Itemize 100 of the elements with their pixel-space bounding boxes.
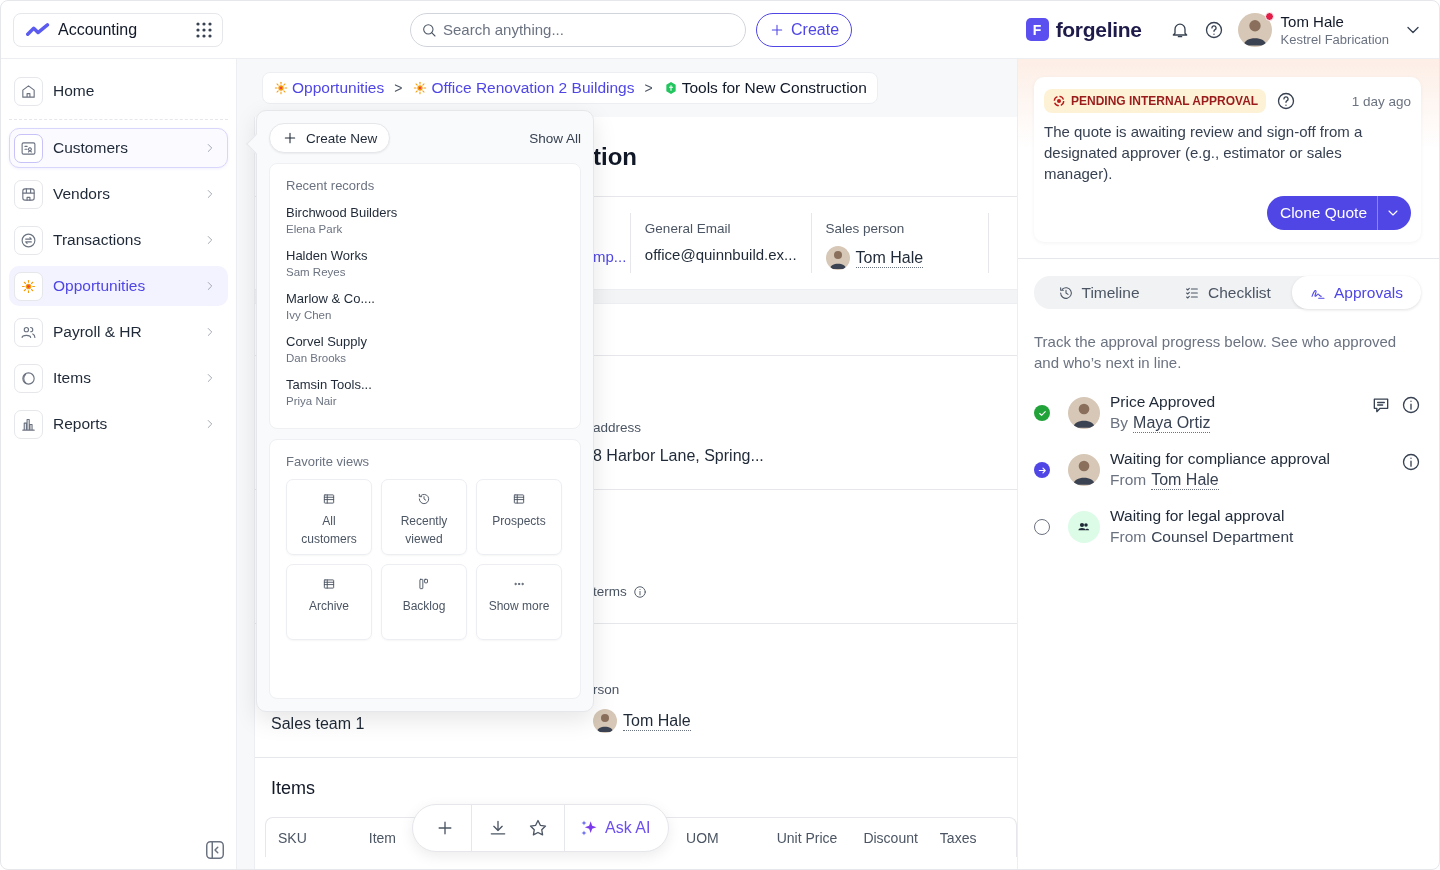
avatar: [1237, 12, 1272, 47]
person-link[interactable]: Tom Hale: [1151, 471, 1219, 490]
create-new-button[interactable]: Create New: [269, 123, 391, 153]
avatar: [825, 246, 850, 270]
company-name: Kestrel Fabrication: [1280, 31, 1389, 47]
status-badge: PENDING INTERNAL APPROVAL: [1044, 89, 1267, 113]
user-name: Tom Hale: [1280, 12, 1345, 30]
person-link[interactable]: Maya Ortiz: [1133, 414, 1211, 433]
column-header: Unit Price: [776, 829, 838, 846]
exchange-icon: [20, 231, 37, 249]
step-label: From: [1110, 528, 1147, 546]
sidebar-item[interactable]: Payroll & HR: [9, 312, 228, 352]
sun-icon: [412, 80, 429, 96]
table-icon: [322, 577, 336, 591]
breadcrumb-link[interactable]: Tools for New Construction: [662, 79, 867, 97]
app-logo: [26, 21, 50, 38]
create-button[interactable]: Create: [756, 12, 853, 47]
help-icon[interactable]: [1276, 91, 1297, 111]
info-icon: [632, 584, 647, 599]
sidebar-item[interactable]: Items: [9, 358, 228, 398]
sidebar-item[interactable]: Home: [9, 71, 228, 111]
search-icon: [421, 21, 437, 38]
record-item[interactable]: Halden Works Sam Reyes: [286, 242, 564, 285]
field-label: General Email: [644, 221, 732, 236]
download-icon: [488, 818, 508, 838]
info-icon[interactable]: [1401, 452, 1421, 472]
person-link[interactable]: Tom Hale: [855, 248, 924, 268]
contact-card-icon: [20, 139, 37, 157]
record-title: tion: [593, 142, 637, 171]
view-tile[interactable]: All customers: [286, 479, 372, 555]
record-item[interactable]: Tamsin Tools... Priya Nair: [286, 371, 564, 414]
tab[interactable]: Checklist: [1163, 276, 1292, 309]
section-title: Items: [271, 778, 316, 799]
history-icon: [1057, 284, 1074, 301]
sidebar-item[interactable]: Opportunities: [9, 266, 228, 306]
sidebar-item[interactable]: Reports: [9, 404, 228, 444]
table-icon: [322, 492, 336, 506]
avatar: [1068, 454, 1100, 486]
column-header: SKU: [278, 829, 307, 846]
sun-icon: [20, 277, 37, 295]
status-description: The quote is awaiting review and sign-off from a designated approver (e.g., estimator or sales manager).: [1044, 122, 1364, 184]
board-icon: [417, 577, 431, 591]
field-label: rson: [593, 682, 620, 697]
star-icon: [528, 818, 548, 838]
avatar: [593, 709, 617, 733]
plus-icon: [282, 130, 298, 146]
dropdown-button[interactable]: [1378, 196, 1411, 230]
field-label: terms: [593, 584, 627, 599]
help-icon[interactable]: [1203, 19, 1224, 40]
clone-quote-button[interactable]: Clone Quote: [1266, 196, 1378, 230]
table-icon: [512, 492, 526, 506]
sidebar-item[interactable]: Transactions: [9, 220, 228, 260]
store-icon: [20, 185, 37, 203]
view-tile[interactable]: Archive: [286, 564, 372, 640]
section-label: Recent records: [286, 178, 376, 193]
collapse-sidebar-icon[interactable]: [204, 839, 226, 861]
approval-intro: Track the approval progress below. See who approved and who’s next in line.: [1034, 332, 1398, 373]
tab[interactable]: Timeline: [1034, 276, 1163, 309]
tab[interactable]: Approvals: [1292, 276, 1421, 309]
group-avatar: [1068, 510, 1100, 543]
breadcrumb-link[interactable]: Office Renovation 2 Buildings: [412, 79, 635, 97]
step-title: Waiting for compliance approval: [1110, 450, 1331, 468]
record-item[interactable]: Birchwood Builders Elena Park: [286, 199, 564, 242]
sidebar-item[interactable]: Vendors: [9, 174, 228, 214]
search-field[interactable]: Search anything...: [410, 12, 746, 47]
section-label: Favorite views: [286, 454, 371, 469]
breadcrumb-link[interactable]: Opportunities: [273, 79, 385, 97]
view-tile[interactable]: Prospects: [476, 479, 562, 555]
step-title: Price Approved: [1110, 393, 1217, 411]
history-icon: [417, 492, 431, 506]
view-tile[interactable]: Backlog: [381, 564, 467, 640]
sun-icon: [273, 80, 289, 96]
target-icon: [1052, 94, 1066, 108]
field-label: Sales person: [825, 221, 906, 236]
view-tile[interactable]: Recently viewed: [381, 479, 467, 555]
breadcrumb-separator: >: [644, 80, 653, 96]
status-circle-icon: [1034, 518, 1050, 535]
field-value: Sales team 1: [271, 715, 365, 732]
app-switcher[interactable]: Accounting: [13, 12, 223, 47]
ask-ai-button[interactable]: Ask AI: [571, 808, 663, 848]
field-value: 8 Harbor Lane, Spring...: [593, 447, 764, 465]
apps-grid-icon[interactable]: [196, 21, 212, 38]
timestamp: 1 day ago: [1351, 93, 1411, 109]
step-label: From: [1110, 471, 1147, 489]
avatar: [1068, 397, 1100, 429]
person-link[interactable]: Tom Hale: [623, 711, 691, 731]
field-value: office@quinnbuild.ex...: [644, 246, 797, 263]
show-all-link[interactable]: Show All: [529, 130, 581, 146]
column-header: UOM: [686, 829, 719, 846]
department-name: Counsel Department: [1151, 528, 1294, 546]
column-header: Item: [368, 829, 397, 846]
house-icon: [20, 82, 37, 100]
view-tile[interactable]: Show more: [476, 564, 562, 640]
column-header: Discount: [863, 829, 918, 846]
field-link[interactable]: mp...: [593, 248, 630, 265]
record-item[interactable]: Marlow & Co.... Ivy Chen: [286, 285, 564, 328]
circle-icon: [20, 369, 37, 387]
record-item[interactable]: Corvel Supply Dan Brooks: [286, 328, 564, 371]
info-icon[interactable]: [1401, 395, 1421, 415]
sidebar-item[interactable]: Customers: [9, 128, 228, 168]
